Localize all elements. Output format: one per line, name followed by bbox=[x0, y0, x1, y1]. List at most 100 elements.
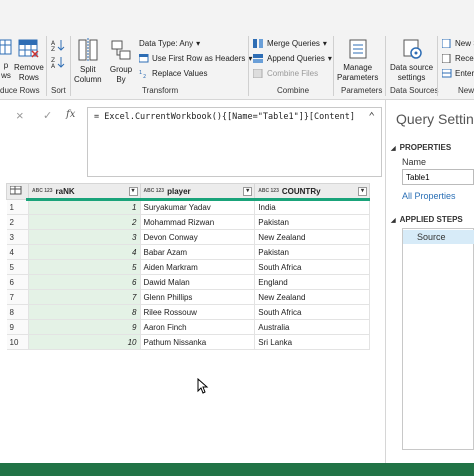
cell-rank[interactable]: 10 bbox=[28, 334, 141, 350]
remove-rows-button[interactable]: Remove Rows bbox=[14, 38, 44, 83]
combine-files-button[interactable]: Combine Files bbox=[253, 69, 318, 78]
new-source-button[interactable]: New S bbox=[442, 39, 474, 48]
cell-player[interactable]: Dawid Malan bbox=[140, 274, 256, 290]
enter-data-button[interactable]: Enter bbox=[442, 69, 474, 78]
applied-step-source[interactable]: Source bbox=[403, 230, 474, 244]
applied-steps-header[interactable]: ◢ APPLIED STEPS bbox=[391, 215, 463, 224]
cell-player[interactable]: Rilee Rossouw bbox=[140, 304, 256, 320]
table-row[interactable]: 8 8 Rilee Rossouw South Africa bbox=[6, 304, 370, 320]
row-number[interactable]: 7 bbox=[6, 289, 29, 305]
group-by-label-2: By bbox=[116, 75, 126, 84]
data-source-settings-button[interactable]: Data source settings bbox=[390, 38, 433, 83]
first-row-headers-button[interactable]: Use First Row as Headers ▾ bbox=[139, 54, 252, 63]
svg-text:A: A bbox=[51, 63, 56, 69]
remove-rows-icon bbox=[18, 39, 39, 58]
append-queries-button[interactable]: Append Queries ▾ bbox=[253, 54, 332, 63]
sort-descending-button[interactable]: ZA bbox=[51, 55, 65, 72]
filter-dropdown-icon[interactable]: ▾ bbox=[243, 187, 253, 196]
cell-rank[interactable]: 4 bbox=[28, 244, 141, 260]
all-properties-link[interactable]: All Properties bbox=[402, 191, 456, 201]
cell-country[interactable]: South Africa bbox=[254, 304, 370, 320]
row-number[interactable]: 1 bbox=[6, 199, 29, 215]
properties-header[interactable]: ◢ PROPERTIES bbox=[391, 143, 451, 152]
table-row[interactable]: 3 3 Devon Conway New Zealand bbox=[6, 229, 370, 245]
row-number[interactable]: 3 bbox=[6, 229, 29, 245]
cell-country[interactable]: Pakistan bbox=[254, 214, 370, 230]
cell-rank[interactable]: 6 bbox=[28, 274, 141, 290]
cell-rank[interactable]: 9 bbox=[28, 319, 141, 335]
cell-player[interactable]: Pathum Nissanka bbox=[140, 334, 256, 350]
separator bbox=[385, 36, 386, 96]
row-number[interactable]: 10 bbox=[6, 334, 29, 350]
cell-rank[interactable]: 8 bbox=[28, 304, 141, 320]
cell-player[interactable]: Aaron Finch bbox=[140, 319, 256, 335]
cell-rank[interactable]: 1 bbox=[28, 199, 141, 215]
cell-rank[interactable]: 3 bbox=[28, 229, 141, 245]
cell-country[interactable]: Australia bbox=[254, 319, 370, 335]
manage-parameters-button[interactable]: Manage Parameters bbox=[337, 38, 378, 83]
filter-dropdown-icon[interactable]: ▾ bbox=[358, 187, 367, 196]
data-type-label: Data Type: Any bbox=[139, 39, 194, 48]
row-number[interactable]: 2 bbox=[6, 214, 29, 230]
cell-player[interactable]: Babar Azam bbox=[140, 244, 256, 260]
fx-icon[interactable]: fx bbox=[66, 109, 75, 120]
table-row[interactable]: 1 1 Suryakumar Yadav India bbox=[6, 199, 370, 215]
cell-player[interactable]: Aiden Markram bbox=[140, 259, 256, 275]
cell-country[interactable]: Pakistan bbox=[254, 244, 370, 260]
parameters-group-label: Parameters bbox=[341, 86, 383, 95]
choose-columns-button[interactable]: p ws bbox=[0, 38, 12, 81]
properties-header-text: PROPERTIES bbox=[399, 143, 452, 152]
replace-values-button[interactable]: 12 Replace Values bbox=[139, 69, 207, 78]
table-row[interactable]: 9 9 Aaron Finch Australia bbox=[6, 319, 370, 335]
cell-country[interactable]: South Africa bbox=[254, 259, 370, 275]
cancel-icon[interactable]: × bbox=[16, 108, 24, 123]
name-label: Name bbox=[402, 157, 427, 167]
cell-rank[interactable]: 7 bbox=[28, 289, 141, 305]
table-row[interactable]: 6 6 Dawid Malan England bbox=[6, 274, 370, 290]
cell-rank[interactable]: 5 bbox=[28, 259, 141, 275]
table-row[interactable]: 5 5 Aiden Markram South Africa bbox=[6, 259, 370, 275]
split-column-button[interactable]: Split Column bbox=[74, 38, 102, 85]
row-number[interactable]: 4 bbox=[6, 244, 29, 260]
cell-rank[interactable]: 2 bbox=[28, 214, 141, 230]
group-by-button[interactable]: Group By bbox=[109, 38, 133, 85]
cell-country[interactable]: England bbox=[254, 274, 370, 290]
parameters-icon bbox=[349, 39, 367, 59]
table-row[interactable]: 2 2 Mohammad Rizwan Pakistan bbox=[6, 214, 370, 230]
cell-country[interactable]: New Zealand bbox=[254, 289, 370, 305]
row-number[interactable]: 8 bbox=[6, 304, 29, 320]
cell-player[interactable]: Mohammad Rizwan bbox=[140, 214, 256, 230]
cell-player[interactable]: Glenn Phillips bbox=[140, 289, 256, 305]
query-name-field[interactable] bbox=[402, 169, 474, 185]
filter-dropdown-icon[interactable]: ▾ bbox=[128, 187, 138, 196]
manage-parameters-label-1: Manage bbox=[343, 63, 373, 72]
applied-steps-header-text: APPLIED STEPS bbox=[399, 215, 463, 224]
table-row[interactable]: 7 7 Glenn Phillips New Zealand bbox=[6, 289, 370, 305]
svg-text:Z: Z bbox=[51, 46, 55, 52]
enter-data-icon bbox=[442, 69, 452, 78]
cell-country[interactable]: Sri Lanka bbox=[254, 334, 370, 350]
row-number[interactable]: 5 bbox=[6, 259, 29, 275]
collapse-triangle-icon: ◢ bbox=[391, 218, 396, 224]
row-number[interactable]: 9 bbox=[6, 319, 29, 335]
confirm-icon[interactable]: ✓ bbox=[43, 109, 52, 122]
data-type-dropdown[interactable]: Data Type: Any ▾ bbox=[139, 39, 200, 48]
table-row[interactable]: 4 4 Babar Azam Pakistan bbox=[6, 244, 370, 260]
table-row[interactable]: 10 10 Pathum Nissanka Sri Lanka bbox=[6, 334, 370, 350]
sort-ascending-button[interactable]: AZ bbox=[51, 38, 65, 55]
collapse-formula-icon[interactable]: ⌃ bbox=[368, 110, 375, 123]
recent-sources-button[interactable]: Recen bbox=[442, 54, 474, 63]
cell-player[interactable]: Devon Conway bbox=[140, 229, 256, 245]
formula-bar[interactable]: = Excel.CurrentWorkbook(){[Name="Table1"… bbox=[87, 107, 382, 177]
cell-country[interactable]: New Zealand bbox=[254, 229, 370, 245]
cell-player[interactable]: Suryakumar Yadav bbox=[140, 199, 256, 215]
chevron-down-icon: ▾ bbox=[196, 39, 201, 48]
merge-queries-button[interactable]: Merge Queries ▾ bbox=[253, 39, 327, 48]
row-number[interactable]: 6 bbox=[6, 274, 29, 290]
combine-group-label: Combine bbox=[277, 86, 310, 95]
group-by-icon bbox=[111, 40, 131, 60]
cell-country[interactable]: India bbox=[254, 199, 370, 215]
type-any-icon: ABC 123 bbox=[31, 188, 53, 195]
split-column-label-2: Column bbox=[74, 75, 102, 84]
table-header-icon bbox=[139, 54, 149, 63]
